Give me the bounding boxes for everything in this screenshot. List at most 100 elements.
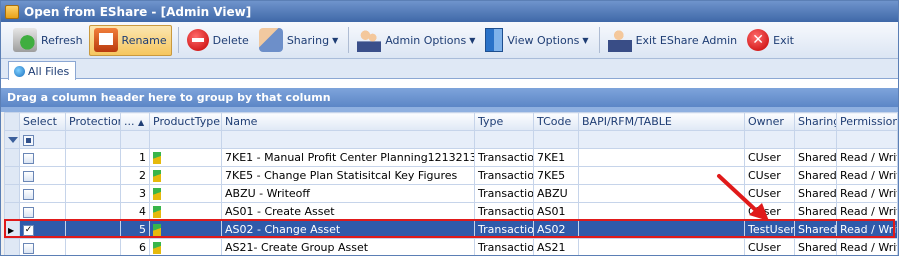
filter-cell[interactable] — [149, 130, 222, 149]
refresh-button[interactable]: Refresh — [9, 25, 87, 56]
filter-checkbox[interactable] — [23, 134, 34, 146]
col-owner[interactable]: Owner — [744, 112, 795, 131]
protection-cell — [65, 202, 121, 221]
number-cell: 3 — [120, 184, 150, 203]
filter-cell[interactable] — [836, 130, 898, 149]
tab-all-files[interactable]: All Files — [8, 61, 77, 80]
col-product-type[interactable]: ProductType — [149, 112, 222, 131]
sharing-button[interactable]: Sharing ▼ — [255, 25, 342, 56]
type-cell: Transaction — [474, 238, 534, 255]
table-row-selected[interactable]: ▶ ✓ 5 AS02 - Change Asset Transaction AS… — [4, 220, 898, 239]
type-cell: Transaction — [474, 184, 534, 203]
row-header[interactable] — [4, 202, 20, 221]
filter-select[interactable] — [19, 130, 66, 149]
filter-icon — [8, 137, 18, 143]
filter-cell[interactable] — [533, 130, 579, 149]
exit-button[interactable]: Exit — [743, 25, 798, 56]
protection-cell — [65, 220, 121, 239]
row-checkbox-checked[interactable]: ✓ — [23, 224, 34, 236]
protection-cell — [65, 184, 121, 203]
select-cell[interactable] — [19, 238, 66, 255]
rename-button[interactable]: Rename — [88, 24, 172, 56]
sharing-cell: Shared — [794, 148, 837, 167]
view-options-label: View Options — [507, 33, 580, 47]
row-header[interactable] — [4, 238, 20, 255]
col-select[interactable]: Select — [19, 112, 66, 131]
table-row[interactable]: 1 7KE1 - Manual Profit Center Planning12… — [4, 148, 898, 167]
table-row[interactable]: 6 AS21- Create Group Asset Transaction A… — [4, 238, 898, 255]
delete-icon — [186, 29, 209, 51]
view-options-button[interactable]: View Options ▼ — [481, 25, 592, 56]
chevron-down-icon: ▼ — [582, 35, 589, 45]
filter-cell[interactable] — [120, 130, 150, 149]
product-type-icon — [153, 188, 161, 200]
row-header[interactable]: ▶ — [4, 220, 20, 239]
row-header[interactable] — [4, 148, 20, 167]
panel-gap — [1, 79, 898, 88]
name-cell: AS02 - Change Asset — [221, 220, 475, 239]
row-header[interactable] — [4, 184, 20, 203]
col-bapi[interactable]: BAPI/RFM/TABLE — [578, 112, 745, 131]
current-row-indicator-icon: ▶ — [8, 226, 15, 235]
name-cell: AS01 - Create Asset — [221, 202, 475, 221]
filter-cell[interactable] — [578, 130, 745, 149]
permissions-cell: Read / Write — [836, 238, 898, 255]
col-type[interactable]: Type — [474, 112, 534, 131]
filter-cell[interactable] — [794, 130, 837, 149]
name-cell: AS21- Create Group Asset — [221, 238, 475, 255]
title-bar: Open from EShare - [Admin View] — [1, 1, 898, 22]
type-cell: Transaction — [474, 148, 534, 167]
view-options-icon — [485, 28, 504, 52]
exit-icon — [747, 29, 770, 51]
col-tcode[interactable]: TCode — [533, 112, 579, 131]
admin-user-icon — [607, 28, 632, 52]
admin-users-icon — [357, 28, 382, 52]
bapi-cell — [578, 238, 745, 255]
filter-cell[interactable] — [221, 130, 475, 149]
select-cell[interactable] — [19, 166, 66, 185]
col-protection[interactable]: Protection — [65, 112, 121, 131]
annotation-arrow-icon — [717, 174, 769, 221]
protection-cell — [65, 148, 121, 167]
row-header[interactable] — [4, 166, 20, 185]
tab-bar: All Files — [1, 59, 898, 80]
filter-cell[interactable] — [65, 130, 121, 149]
name-cell: 7KE1 - Manual Profit Center Planning1213… — [221, 148, 475, 167]
globe-icon — [14, 65, 25, 77]
select-cell[interactable] — [19, 148, 66, 167]
filter-row-header[interactable] — [4, 130, 20, 149]
exit-admin-button[interactable]: Exit EShare Admin — [604, 25, 742, 56]
toolbar-separator — [348, 27, 350, 53]
filter-cell[interactable] — [744, 130, 795, 149]
delete-button[interactable]: Delete — [183, 25, 253, 56]
sharing-cell: Shared — [794, 238, 837, 255]
group-by-panel[interactable]: Drag a column header here to group by th… — [1, 88, 898, 107]
col-number[interactable]: ... ▲ — [120, 112, 150, 131]
col-sharing[interactable]: Sharing — [794, 112, 837, 131]
select-cell[interactable] — [19, 184, 66, 203]
col-permissions[interactable]: Permissions — [836, 112, 898, 131]
product-type-icon — [153, 152, 161, 164]
product-type-cell — [149, 238, 222, 255]
admin-options-button[interactable]: Admin Options ▼ — [353, 25, 479, 56]
row-checkbox[interactable] — [23, 206, 34, 218]
row-checkbox[interactable] — [23, 170, 34, 182]
number-cell: 2 — [120, 166, 150, 185]
toolbar: Refresh Rename Delete Sharing ▼ Admin Op… — [1, 22, 898, 59]
filter-cell[interactable] — [474, 130, 534, 149]
protection-cell — [65, 238, 121, 255]
select-cell[interactable] — [19, 202, 66, 221]
window-title: Open from EShare - [Admin View] — [24, 4, 252, 19]
product-type-cell — [149, 166, 222, 185]
row-checkbox[interactable] — [23, 152, 34, 164]
row-checkbox[interactable] — [23, 242, 34, 254]
refresh-icon — [13, 28, 37, 52]
name-cell: ABZU - Writeoff — [221, 184, 475, 203]
col-number-label: ... — [124, 115, 135, 128]
permissions-cell: Read / Write — [836, 148, 898, 167]
header-row: Select Protection ... ▲ ProductType Name… — [4, 112, 898, 131]
select-cell[interactable]: ✓ — [19, 220, 66, 239]
row-checkbox[interactable] — [23, 188, 34, 200]
product-type-cell — [149, 148, 222, 167]
col-name[interactable]: Name — [221, 112, 475, 131]
